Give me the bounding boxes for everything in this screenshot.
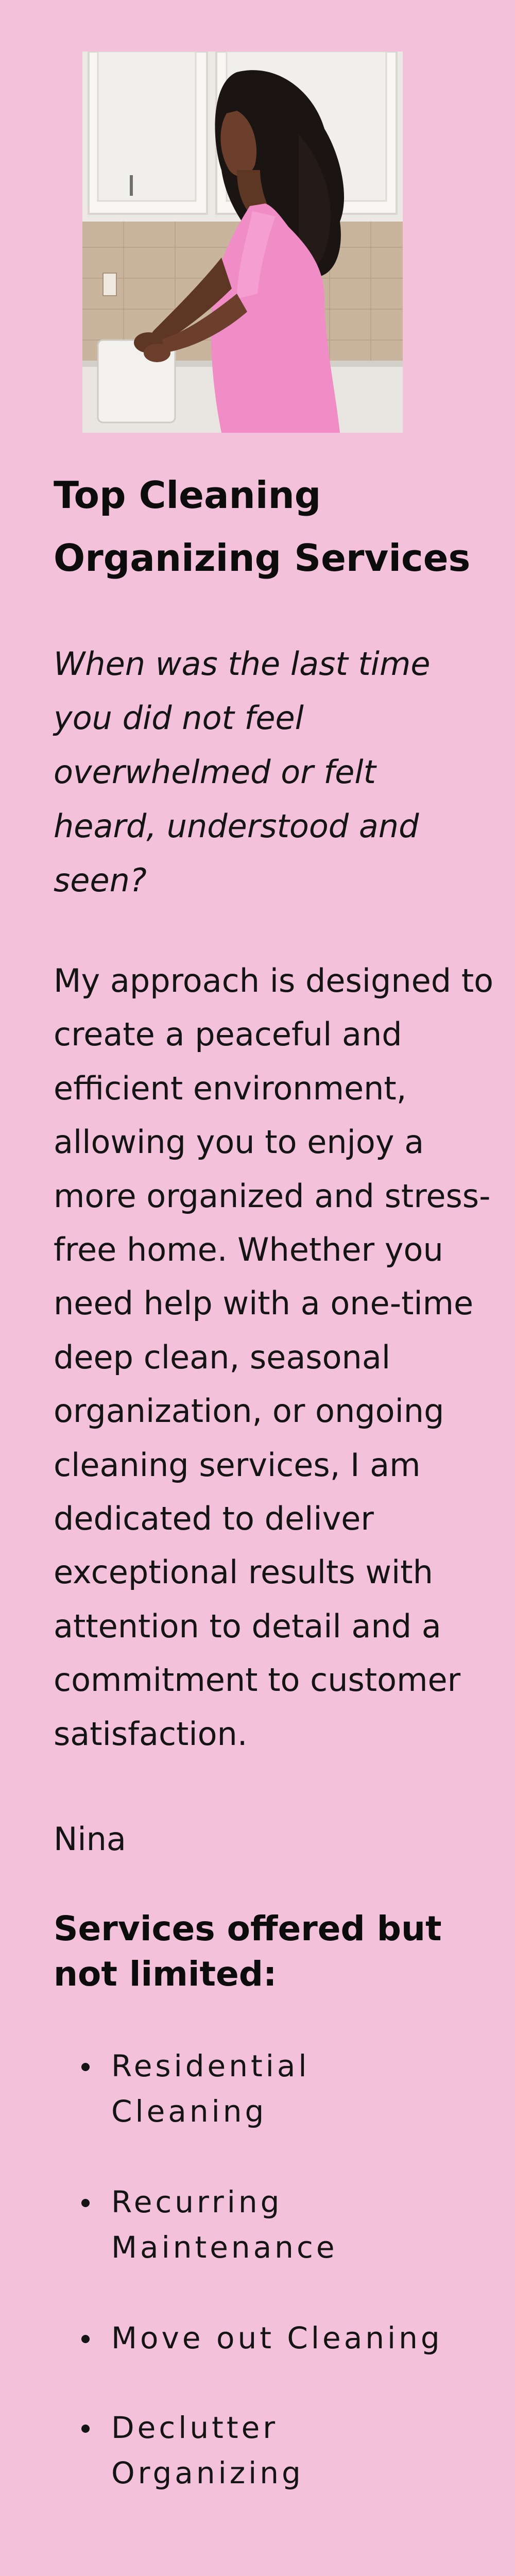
- services-heading: Services offered but not limited:: [54, 1909, 442, 1994]
- bullet-icon: [81, 2199, 90, 2207]
- service-item: Residential Cleaning: [81, 2043, 452, 2134]
- woman-cleaning-kitchen-photo: [82, 52, 403, 433]
- intro-quote: When was the last time you did not feel …: [54, 645, 431, 899]
- service-label: Move out Cleaning: [111, 2320, 443, 2355]
- service-item: Declutter Organizing: [81, 2405, 452, 2496]
- service-item: Recurring Maintenance: [81, 2179, 452, 2270]
- service-item: Move out Cleaning: [81, 2315, 452, 2361]
- page-title: Top Cleaning Organizing Services: [54, 464, 486, 589]
- title-line-2: Organizing Services: [54, 536, 471, 580]
- title-line-1: Top Cleaning: [54, 473, 321, 517]
- bullet-icon: [81, 2335, 90, 2343]
- signature: Nina: [54, 1820, 126, 1858]
- approach-paragraph: My approach is designed to create a peac…: [54, 962, 494, 1753]
- bullet-icon: [81, 2425, 90, 2433]
- service-label: Declutter Organizing: [111, 2410, 304, 2490]
- service-label: Recurring Maintenance: [111, 2184, 338, 2265]
- bullet-icon: [81, 2063, 90, 2071]
- service-label: Residential Cleaning: [111, 2048, 310, 2129]
- hero-image: [82, 52, 403, 433]
